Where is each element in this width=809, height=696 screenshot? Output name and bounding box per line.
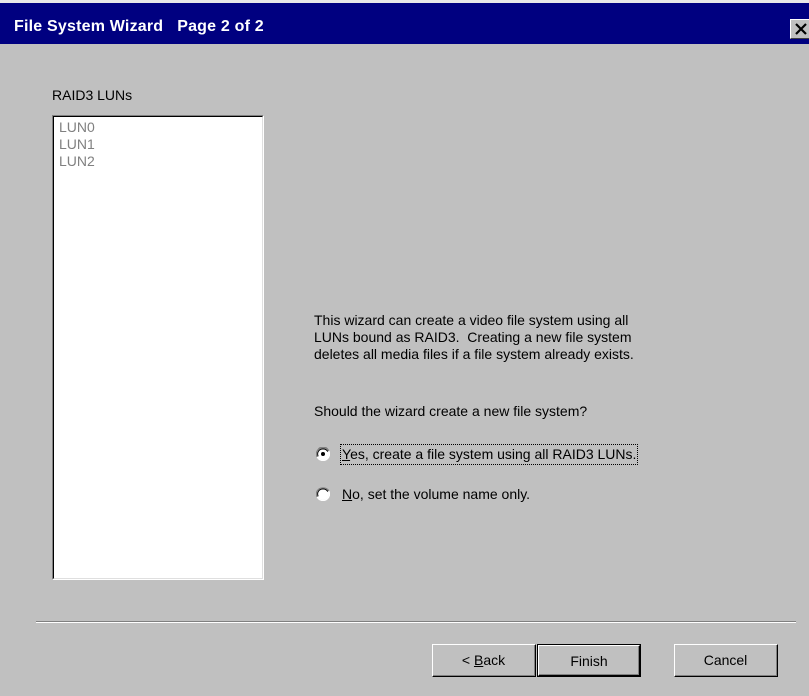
cancel-button[interactable]: Cancel — [674, 644, 778, 677]
mnemonic-y: Y — [342, 446, 351, 462]
list-item-lun2[interactable]: LUN2 — [59, 153, 95, 170]
finish-button-face: Finish — [538, 645, 640, 676]
cancel-button-face: Cancel — [675, 645, 777, 676]
radio-option-no[interactable]: No, set the volume name only. — [316, 485, 616, 505]
finish-button-label: Finish — [570, 652, 608, 669]
finish-button[interactable]: Finish — [537, 644, 641, 677]
radio-option-yes[interactable]: Yes, create a file system using all RAID… — [316, 444, 736, 465]
radio-unselected-icon[interactable] — [316, 487, 330, 501]
title-bar[interactable]: File System Wizard Page 2 of 2 — [0, 0, 809, 44]
raid3-luns-label: RAID3 LUNs — [52, 87, 133, 103]
radio-option-yes-label[interactable]: Yes, create a file system using all RAID… — [339, 444, 639, 465]
close-button[interactable] — [790, 19, 809, 39]
close-icon — [795, 23, 807, 35]
radio-option-no-label[interactable]: No, set the volume name only. — [342, 486, 530, 503]
radio-selected-icon[interactable] — [316, 447, 330, 461]
cancel-button-label: Cancel — [703, 652, 748, 668]
title-bar-top-edge — [0, 0, 809, 3]
list-item-lun1[interactable]: LUN1 — [59, 136, 95, 153]
wizard-description: This wizard can create a video file syst… — [314, 312, 634, 362]
wizard-question: Should the wizard create a new file syst… — [314, 403, 588, 419]
mnemonic-b: B — [473, 652, 484, 668]
back-button-prefix: < — [461, 652, 474, 668]
back-button[interactable]: < Back — [432, 644, 536, 677]
radio-option-yes-text: es, create a file system using all RAID3… — [350, 446, 637, 462]
list-item-lun0[interactable]: LUN0 — [59, 119, 95, 136]
window-title: File System Wizard Page 2 of 2 — [14, 18, 264, 35]
listbox-frame: LUN0 LUN1 LUN2 — [53, 116, 263, 579]
wizard-window: File System Wizard Page 2 of 2 RAID3 LUN… — [0, 0, 809, 696]
radio-option-no-text: o, set the volume name only. — [352, 486, 531, 502]
back-button-text: ack — [483, 652, 506, 668]
raid3-luns-listbox[interactable]: LUN0 LUN1 LUN2 — [52, 115, 264, 580]
mnemonic-n: N — [342, 486, 353, 502]
footer-separator — [36, 621, 796, 623]
back-button-face: < Back — [433, 645, 535, 676]
